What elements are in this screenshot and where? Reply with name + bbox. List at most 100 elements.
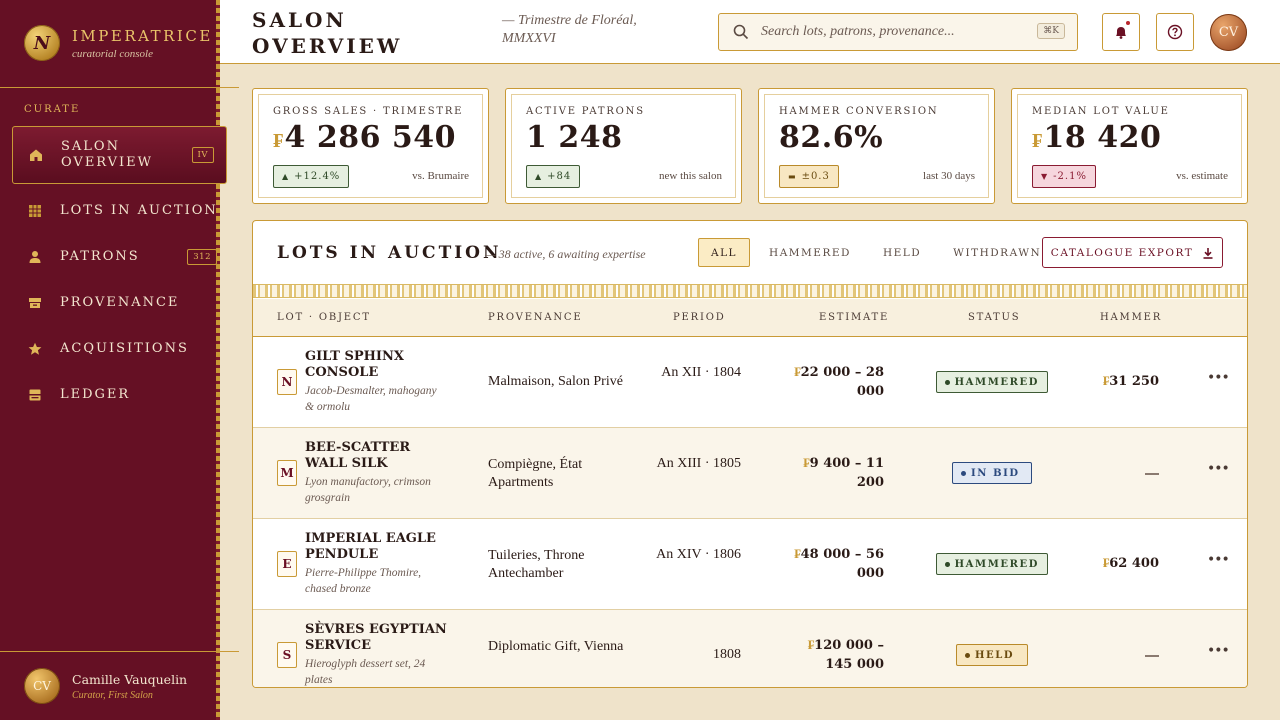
lot-period: 1808 (713, 647, 741, 662)
sidebar-item-acquisitions[interactable]: ACQUISITIONS (12, 326, 227, 372)
sidebar-item-patrons[interactable]: PATRONS 312 (12, 234, 227, 280)
stat-value: ₣ 4 286 540 (273, 120, 457, 155)
lot-name: BEE-SCATTER WALL SILK (305, 440, 411, 471)
sidebar-item-label: PATRONS (60, 249, 140, 264)
bell-icon (1116, 27, 1126, 39)
catalogue-export-button[interactable]: CATALOGUE EXPORT (1042, 237, 1223, 268)
currency-symbol: ₣ (273, 128, 284, 152)
stat-card-median-lot-value: MEDIAN LOT VALUE ₣ 18 420 ▼ -2.1% vs. esti… (1011, 88, 1248, 204)
row-menu-icon[interactable]: ••• (1207, 460, 1230, 482)
filter-all[interactable]: ALL (698, 238, 751, 267)
header-avatar[interactable]: CV (1210, 14, 1247, 51)
column-header-status[interactable]: STATUS (968, 312, 1020, 323)
avatar: CV (24, 668, 60, 704)
lot-monogram: N (277, 369, 297, 395)
currency-symbol: ₣ (1032, 128, 1043, 152)
brand-seal-icon: N (24, 25, 60, 61)
lot-estimate: ₣9 400 – 11 200 (803, 456, 884, 490)
export-label: CATALOGUE EXPORT (1050, 246, 1194, 259)
filter-withdrawn[interactable]: WITHDRAWN (940, 238, 1054, 267)
panel-title: LOTS IN AUCTION (277, 243, 502, 263)
lot-period: An XIV · 1806 (656, 547, 741, 562)
search-input[interactable] (761, 24, 1021, 40)
stat-card-active-patrons: ACTIVE PATRONS 1 248 ▲ +84 new this salon (505, 88, 742, 204)
lot-provenance: Tuileries, Throne Antechamber (488, 548, 585, 581)
stat-label: ACTIVE PATRONS (526, 106, 645, 117)
lot-description: Lyon manufactory, crimson grosgrain (305, 476, 431, 504)
sidebar-item-label: LEDGER (60, 387, 131, 402)
table-row[interactable]: E IMPERIAL EAGLE PENDULE Pierre-Philippe… (253, 519, 1247, 610)
lot-name: IMPERIAL EAGLE PENDULE (305, 531, 436, 562)
notifications-button[interactable] (1102, 13, 1140, 51)
lot-provenance: Diplomatic Gift, Vienna (488, 639, 624, 654)
trend-up-icon: ▲ (535, 172, 543, 181)
stat-value: 82.6% (779, 120, 884, 155)
lot-estimate: ₣22 000 – 28 000 (794, 365, 884, 399)
delta-badge: ▲ +84 (526, 165, 581, 188)
delta-badge: ▬ ±0.3 (779, 165, 839, 188)
no-hammer-dash (1145, 655, 1159, 657)
stat-label: MEDIAN LOT VALUE (1032, 106, 1170, 117)
shortcut-hint: ⌘K (1037, 23, 1065, 39)
sidebar-item-label: LOTS IN AUCTION (60, 203, 218, 218)
panel-subtitle: — 38 active, 6 awaiting expertise (485, 247, 646, 261)
lot-description: Jacob-Desmalter, mahogany & ormolu (305, 385, 437, 413)
greek-key-border (253, 284, 1247, 298)
trend-up-icon: ▲ (282, 172, 290, 181)
row-menu-icon[interactable]: ••• (1207, 369, 1230, 391)
notification-dot (1125, 20, 1131, 26)
column-header-period[interactable]: PERIOD (673, 312, 726, 323)
sidebar-item-salon-overview[interactable]: SALON OVERVIEW IV (12, 126, 227, 184)
lot-hammer-price: ₣31 250 (1102, 374, 1159, 389)
column-header-lot[interactable]: LOT · OBJECT (277, 312, 371, 323)
lot-monogram: M (277, 460, 297, 486)
download-icon (1203, 247, 1213, 259)
table-header: LOT · OBJECT PROVENANCE PERIOD ESTIMATE … (253, 299, 1247, 337)
help-button[interactable] (1156, 13, 1194, 51)
person-icon (28, 250, 42, 264)
sidebar-item-lots-in-auction[interactable]: LOTS IN AUCTION (12, 188, 227, 234)
sidebar-item-label: SALON OVERVIEW (61, 139, 154, 170)
lot-hammer-price: ₣62 400 (1102, 556, 1159, 571)
stat-note: new this salon (659, 170, 722, 182)
search-icon (733, 24, 749, 40)
archive-icon (28, 296, 42, 310)
stat-value: 1 248 (526, 120, 623, 155)
no-hammer-dash (1145, 473, 1159, 475)
sidebar-item-provenance[interactable]: PROVENANCE (12, 280, 227, 326)
lot-monogram: S (277, 642, 297, 668)
row-menu-icon[interactable]: ••• (1207, 551, 1230, 573)
lot-estimate: ₣120 000 – 145 000 (807, 638, 884, 672)
column-header-estimate[interactable]: ESTIMATE (819, 312, 889, 323)
search-bar[interactable]: ⌘K (718, 13, 1078, 51)
lot-estimate: ₣48 000 – 56 000 (794, 547, 884, 581)
lot-description: Hieroglyph dessert set, 24 plates (305, 658, 426, 686)
filter-hammered[interactable]: HAMMERED (756, 238, 864, 267)
delta-badge: ▼ -2.1% (1032, 165, 1096, 188)
column-header-provenance[interactable]: PROVENANCE (488, 312, 582, 323)
nav-badge: 312 (187, 249, 217, 265)
filter-held[interactable]: HELD (870, 238, 934, 267)
status-badge: HELD (956, 644, 1028, 666)
table-row[interactable]: N GILT SPHINX CONSOLE Jacob-Desmalter, m… (253, 337, 1247, 428)
ledger-icon (28, 388, 42, 402)
sidebar-item-label: ACQUISITIONS (60, 341, 189, 356)
user-name: Camille Vauquelin (72, 671, 188, 687)
table-row[interactable]: S SÈVRES EGYPTIAN SERVICE Hieroglyph des… (253, 610, 1247, 687)
column-header-hammer[interactable]: HAMMER (1100, 312, 1162, 323)
stat-note: vs. estimate (1176, 170, 1228, 182)
stat-note: vs. Brumaire (412, 170, 469, 182)
sidebar-nav: SALON OVERVIEW IV LOTS IN AUCTION PATRON… (12, 126, 227, 418)
stat-value: ₣ 18 420 (1032, 120, 1162, 155)
lot-provenance: Malmaison, Salon Privé (488, 374, 623, 389)
help-icon (1167, 24, 1183, 40)
user-profile[interactable]: CV Camille Vauquelin Curator, First Salo… (24, 668, 187, 704)
lots-panel: LOTS IN AUCTION — 38 active, 6 awaiting … (252, 220, 1248, 688)
page-title: SALON OVERVIEW (252, 8, 403, 58)
lot-monogram: E (277, 551, 297, 577)
sidebar-item-ledger[interactable]: LEDGER (12, 372, 227, 418)
lot-name: GILT SPHINX CONSOLE (305, 349, 404, 380)
brand[interactable]: N IMPERATRICE curatorial console (24, 25, 213, 61)
table-row[interactable]: M BEE-SCATTER WALL SILK Lyon manufactory… (253, 428, 1247, 519)
row-menu-icon[interactable]: ••• (1207, 642, 1230, 664)
